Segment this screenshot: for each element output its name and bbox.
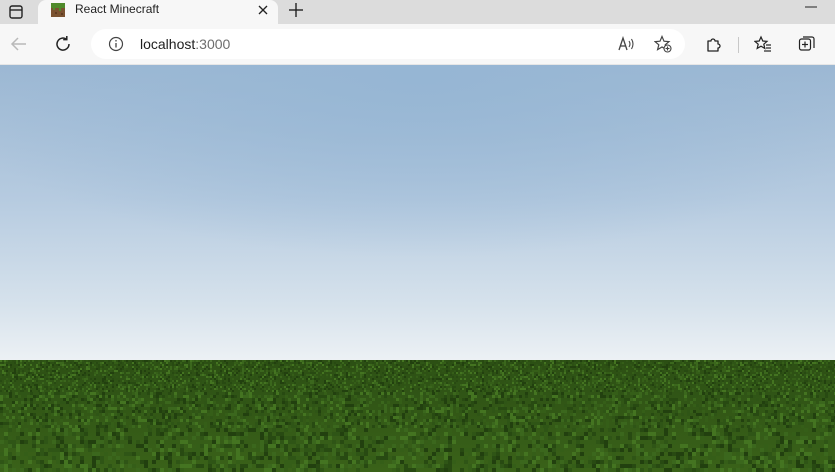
grass-texture: [0, 360, 835, 472]
tab-strip: React Minecraft: [0, 0, 835, 24]
grass-block-icon: [51, 3, 65, 17]
info-icon[interactable]: [108, 36, 124, 52]
tab-actions-icon: [9, 5, 23, 19]
refresh-icon: [56, 36, 70, 51]
close-icon: [258, 5, 268, 15]
url-port: :3000: [195, 36, 231, 52]
minimize-icon: [805, 6, 817, 8]
add-favorite-button[interactable]: [652, 33, 674, 55]
collections-button[interactable]: [793, 30, 821, 58]
toolbar-divider: [738, 37, 739, 53]
new-tab-button[interactable]: [285, 0, 307, 20]
favorites-button[interactable]: [749, 30, 777, 58]
plus-icon: [289, 3, 303, 17]
tab-title: React Minecraft: [75, 2, 160, 16]
grass-ground: [0, 360, 835, 472]
address-bar[interactable]: localhost:3000: [91, 29, 685, 59]
extensions-button[interactable]: [700, 30, 728, 58]
puzzle-icon: [707, 38, 721, 52]
tab-actions-button[interactable]: [0, 0, 32, 24]
collections-icon: [798, 36, 815, 51]
back-button[interactable]: [5, 30, 33, 58]
toolbar: localhost:3000: [0, 24, 835, 65]
url-text[interactable]: localhost:3000: [140, 36, 230, 52]
refresh-button[interactable]: [49, 30, 77, 58]
tab-react-minecraft[interactable]: React Minecraft: [38, 0, 278, 24]
add-favorite-icon: [654, 35, 672, 53]
sky: [0, 65, 835, 365]
read-aloud-icon: [618, 36, 634, 51]
tab-close-button[interactable]: [255, 2, 271, 18]
minimize-button[interactable]: [800, 0, 822, 14]
back-arrow-icon: [10, 37, 26, 51]
game-canvas[interactable]: [0, 65, 835, 472]
read-aloud-button[interactable]: [616, 33, 638, 55]
url-host: localhost: [140, 36, 196, 52]
favorites-icon: [754, 35, 771, 52]
